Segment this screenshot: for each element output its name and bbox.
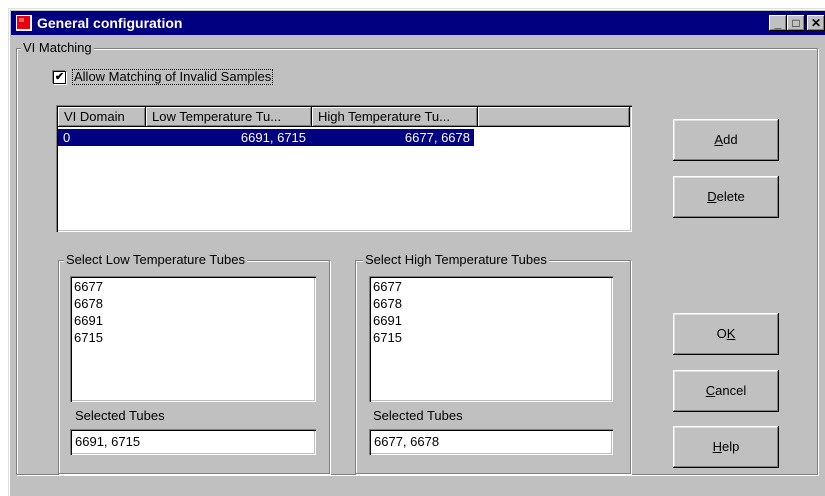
window-title: General configuration — [37, 15, 183, 31]
column-header-high-temperature[interactable]: High Temperature Tu... — [312, 107, 478, 127]
vi-domain-list[interactable]: VI Domain Low Temperature Tu... High Tem… — [56, 105, 632, 232]
list-item[interactable]: 6715 — [371, 329, 613, 346]
list-item[interactable]: 6678 — [371, 295, 613, 312]
cancel-button[interactable]: Cancel — [673, 370, 779, 412]
list-item[interactable]: 6677 — [371, 278, 613, 295]
help-button[interactable]: Help — [673, 426, 779, 468]
cell-low-temperature: 6691, 6715 — [240, 130, 306, 145]
close-icon: ✕ — [810, 16, 822, 30]
add-button[interactable]: Add — [673, 119, 779, 161]
app-icon — [16, 15, 32, 31]
minimize-button[interactable]: _ — [769, 15, 787, 31]
list-item[interactable]: 6691 — [371, 312, 613, 329]
ok-button[interactable]: OK — [673, 313, 779, 355]
low-selected-tubes-field[interactable]: 6691, 6715 — [70, 429, 316, 455]
high-selected-tubes-field[interactable]: 6677, 6678 — [369, 429, 613, 455]
allow-invalid-label[interactable]: Allow Matching of Invalid Samples — [72, 69, 274, 85]
close-button[interactable]: ✕ — [807, 15, 825, 31]
list-item[interactable]: 6678 — [72, 295, 316, 312]
low-temperature-group-label: Select Low Temperature Tubes — [64, 252, 247, 267]
list-item[interactable]: 6691 — [72, 312, 316, 329]
cell-high-temperature: 6677, 6678 — [404, 130, 470, 145]
title-bar[interactable]: General configuration _ □ ✕ — [11, 11, 825, 35]
allow-invalid-row[interactable]: ✔ Allow Matching of Invalid Samples — [53, 69, 274, 85]
maximize-button[interactable]: □ — [787, 15, 805, 31]
high-temperature-group-label: Select High Temperature Tubes — [363, 252, 549, 267]
high-selected-tubes-label: Selected Tubes — [373, 408, 463, 423]
low-selected-tubes-label: Selected Tubes — [75, 408, 165, 423]
vi-matching-group-label: VI Matching — [21, 40, 94, 55]
high-temperature-listbox[interactable]: 6677 6678 6691 6715 — [369, 276, 613, 402]
low-temperature-listbox[interactable]: 6677 6678 6691 6715 — [70, 276, 316, 402]
list-item[interactable]: 6677 — [72, 278, 316, 295]
allow-invalid-checkbox[interactable]: ✔ — [53, 70, 66, 84]
table-row[interactable]: 0 6691, 6715 6677, 6678 — [58, 129, 474, 146]
column-header-filler — [478, 107, 630, 127]
column-header-low-temperature[interactable]: Low Temperature Tu... — [146, 107, 312, 127]
delete-button[interactable]: Delete — [673, 176, 779, 218]
cell-vi-domain: 0 — [63, 130, 71, 145]
minimize-icon: _ — [774, 16, 782, 30]
column-header-vi-domain[interactable]: VI Domain — [58, 107, 146, 127]
list-item[interactable]: 6715 — [72, 329, 316, 346]
maximize-icon: □ — [792, 16, 800, 30]
list-header: VI Domain Low Temperature Tu... High Tem… — [58, 107, 630, 127]
dialog-window: General configuration _ □ ✕ VI Matching … — [8, 8, 825, 496]
